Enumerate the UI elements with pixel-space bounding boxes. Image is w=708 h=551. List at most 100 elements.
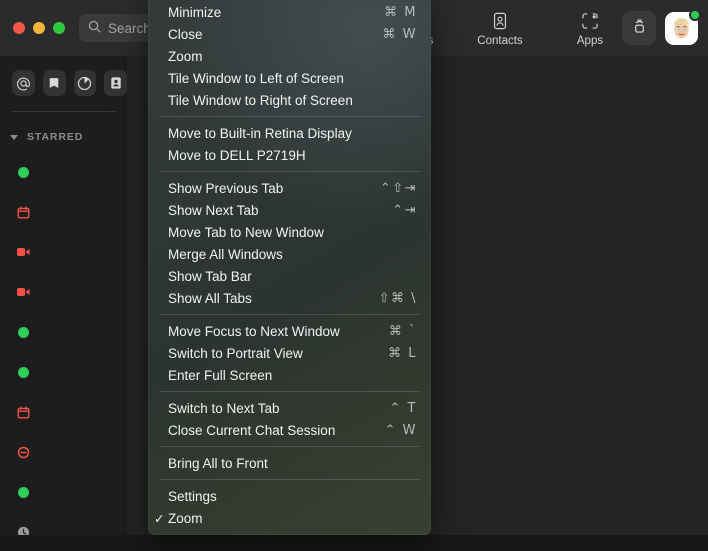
list-item[interactable] [0,392,127,432]
menu-item-label: Show Tab Bar [168,269,417,284]
drafts-icon[interactable] [74,70,97,96]
menu-item[interactable]: Tile Window to Left of Screen [148,67,431,89]
menu-item-label: Show All Tabs [168,291,379,306]
screen-share-button[interactable] [622,11,656,45]
close-window-button[interactable] [13,22,25,34]
list-item[interactable] [0,472,127,512]
menu-item-label: Show Previous Tab [168,181,380,196]
video-camera-icon [17,246,30,259]
presence-indicator [689,9,701,21]
menu-item[interactable]: Move Tab to New Window [148,221,431,243]
menu-item-shortcut: ⌃⇧⇥ [380,181,417,196]
menu-item[interactable]: Minimize⌘ M [148,1,431,23]
list-item[interactable] [0,152,127,192]
screen-share-icon [630,16,649,40]
calendar-icon [17,406,30,419]
menu-item-label: Close [168,27,383,42]
list-item[interactable] [0,312,127,352]
menu-separator [159,314,420,315]
menu-item-label: Merge All Windows [168,247,417,262]
toolbar-right-cluster [622,0,698,56]
user-avatar-button[interactable] [665,12,698,45]
menu-item-shortcut: ⌘ M [384,5,417,20]
status-dot [17,326,30,339]
status-dot [17,166,30,179]
menu-item[interactable]: Enter Full Screen [148,364,431,386]
maximize-window-button[interactable] [53,22,65,34]
window-bottom-bar [0,535,708,551]
toolbar-item-apps[interactable]: Apps [560,10,620,47]
menu-item-shortcut: ⇧⌘ \ [379,291,417,306]
window-menu-popup: Minimize⌘ MClose⌘ WZoomTile Window to Le… [148,0,431,535]
menu-item[interactable]: Merge All Windows [148,243,431,265]
menu-item[interactable]: Tile Window to Right of Screen [148,89,431,111]
sidebar-filter-icons [0,56,127,96]
menu-item[interactable]: Zoom [148,45,431,67]
menu-item-label: Tile Window to Right of Screen [168,93,417,108]
menu-item[interactable]: Move to DELL P2719H [148,144,431,166]
list-item[interactable] [0,272,127,312]
menu-item[interactable]: Show All Tabs⇧⌘ \ [148,287,431,309]
menu-item-label: Move Focus to Next Window [168,324,389,339]
search-placeholder: Search [108,21,151,36]
menu-item[interactable]: Move Focus to Next Window⌘ ` [148,320,431,342]
menu-item-label: Bring All to Front [168,456,417,471]
apps-icon [580,10,600,32]
menu-item-label: Settings [168,489,417,504]
checkmark-icon: ✓ [154,511,164,526]
menu-item-label: Minimize [168,5,384,20]
status-dot [17,486,30,499]
status-dot [17,366,30,379]
list-item[interactable] [0,432,127,472]
menu-item-label: Zoom [168,49,417,64]
menu-item-label: Close Current Chat Session [168,423,385,438]
menu-separator [159,391,420,392]
list-item[interactable] [0,232,127,272]
toolbar-item-label: Apps [577,35,603,47]
menu-item-label: Enter Full Screen [168,368,417,383]
menu-item-label: Tile Window to Left of Screen [168,71,417,86]
menu-item[interactable]: Close Current Chat Session⌃ W [148,419,431,441]
mentions-icon[interactable] [12,70,35,96]
minimize-window-button[interactable] [33,22,45,34]
menu-item[interactable]: Switch to Portrait View⌘ L [148,342,431,364]
menu-item-shortcut: ⌃ T [390,401,417,416]
chevron-down-icon [10,135,18,140]
menu-separator [159,446,420,447]
menu-item-label: Switch to Portrait View [168,346,388,361]
menu-item-label: Show Next Tab [168,203,392,218]
list-item[interactable] [0,192,127,232]
list-item[interactable] [0,352,127,392]
menu-item-shortcut: ⌃ W [385,423,417,438]
toolbar-item-contacts[interactable]: Contacts [470,10,530,47]
menu-item-label: Move to DELL P2719H [168,148,417,163]
toolbar-item-label: Contacts [477,35,522,47]
menu-item[interactable]: Close⌘ W [148,23,431,45]
menu-item[interactable]: Show Tab Bar [148,265,431,287]
bookmark-icon[interactable] [43,70,66,96]
menu-item[interactable]: Switch to Next Tab⌃ T [148,397,431,419]
menu-item[interactable]: Show Next Tab⌃⇥ [148,199,431,221]
menu-item[interactable]: ✓ Zoom [148,507,431,529]
menu-item-shortcut: ⌘ W [383,27,418,42]
starred-conversation-list [0,152,127,551]
menu-item-label: Move to Built-in Retina Display [168,126,417,141]
sidebar: STARRED [0,56,127,535]
menu-item-shortcut: ⌃⇥ [392,203,417,218]
menu-item-label: Zoom [168,511,417,526]
menu-item[interactable]: Move to Built-in Retina Display [148,122,431,144]
contacts-icon[interactable] [104,70,127,96]
menu-item-label: Move Tab to New Window [168,225,417,240]
menu-item[interactable]: Settings [148,485,431,507]
menu-separator [159,171,420,172]
app-window: Search Meetings [0,0,708,551]
menu-separator [159,116,420,117]
menu-item[interactable]: Show Previous Tab⌃⇧⇥ [148,177,431,199]
menu-separator [159,479,420,480]
menu-item-label: Switch to Next Tab [168,401,390,416]
menu-item[interactable]: Bring All to Front [148,452,431,474]
sidebar-section-label: STARRED [27,131,83,143]
traffic-light-controls [0,22,65,34]
search-icon [88,20,101,36]
sidebar-section-starred[interactable]: STARRED [0,112,127,143]
